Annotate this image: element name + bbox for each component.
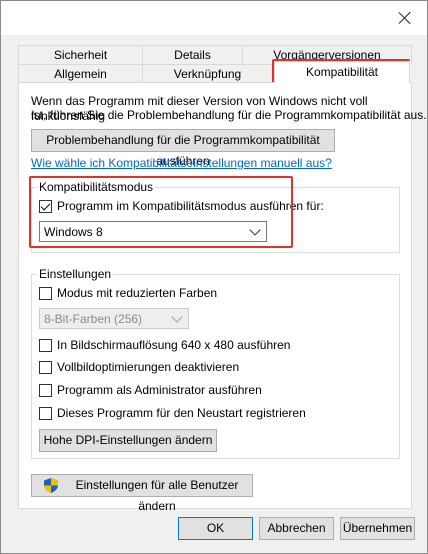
tab-sicherheit[interactable]: Sicherheit xyxy=(18,45,143,64)
uac-shield-icon xyxy=(44,478,58,493)
all-users-label: Einstellungen für alle Benutzer ändern xyxy=(75,478,239,513)
fullscreen-opt-label: Vollbildoptimierungen deaktivieren xyxy=(57,360,240,374)
cancel-button[interactable]: Abbrechen xyxy=(259,517,334,540)
fullscreen-opt-checkbox[interactable] xyxy=(39,361,52,374)
run-admin-label: Programm als Administrator ausführen xyxy=(57,383,262,397)
all-users-button[interactable]: Einstellungen für alle Benutzer ändern xyxy=(31,474,253,513)
compat-mode-title: Kompatibilitätsmodus xyxy=(37,180,156,194)
reduced-colors-label: Modus mit reduzierten Farben xyxy=(57,286,218,300)
reduced-colors-checkbox[interactable] xyxy=(39,287,52,300)
tab-details[interactable]: Details xyxy=(142,45,243,64)
restart-register-checkbox[interactable] xyxy=(39,407,52,420)
res-640-checkbox[interactable] xyxy=(39,339,52,352)
high-dpi-button[interactable]: Hohe DPI-Einstellungen ändern xyxy=(39,429,217,452)
troubleshoot-button[interactable]: Problembehandlung für die Programmkompat… xyxy=(31,129,335,168)
restart-register-label: Dieses Programm für den Neustart registr… xyxy=(57,406,306,420)
color-depth-select: 8-Bit-Farben (256) xyxy=(39,308,189,329)
settings-title: Einstellungen xyxy=(37,267,114,281)
os-select[interactable]: Windows 8 xyxy=(39,221,267,242)
tab-verknuepfung[interactable]: Verknüpfung xyxy=(142,64,273,83)
properties-dialog: Sicherheit Details Vorgängerversionen Al… xyxy=(0,0,428,554)
os-select-value: Windows 8 xyxy=(44,225,103,239)
compat-mode-group xyxy=(31,187,400,253)
run-admin-checkbox[interactable] xyxy=(39,384,52,397)
title-bar xyxy=(1,1,427,35)
res-640-label: In Bildschirmauflösung 640 x 480 ausführ… xyxy=(57,338,291,352)
tab-allgemein[interactable]: Allgemein xyxy=(18,64,143,83)
intro-line-2: ist, führen Sie die Problembehandlung fü… xyxy=(31,108,427,122)
chevron-down-icon xyxy=(249,224,261,236)
chevron-down-icon xyxy=(171,311,183,323)
compat-mode-checkbox[interactable] xyxy=(39,200,52,213)
tab-kompatibilitaet[interactable]: Kompatibilität xyxy=(274,61,410,83)
ok-button[interactable]: OK xyxy=(178,517,253,540)
manual-settings-link[interactable]: Wie wähle ich Kompatibilitätseinstellung… xyxy=(31,156,332,171)
apply-button[interactable]: Übernehmen xyxy=(340,517,415,540)
close-icon[interactable] xyxy=(397,10,413,26)
compat-mode-label: Programm im Kompatibilitätsmodus ausführ… xyxy=(57,199,324,213)
color-depth-value: 8-Bit-Farben (256) xyxy=(44,312,143,326)
